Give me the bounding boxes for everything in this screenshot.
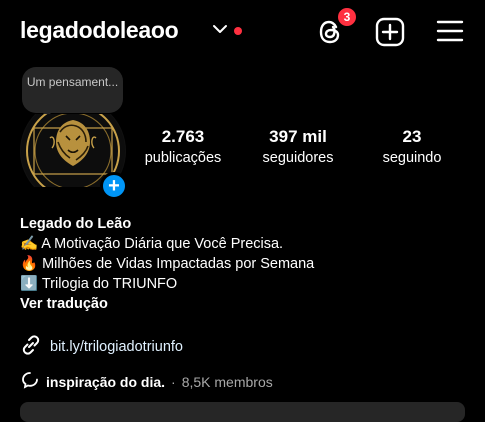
bio-line: ⬇️ Trilogia do TRIUNFO	[20, 276, 178, 292]
bio-line: ✍️ A Motivação Diária que Você Precisa.	[20, 236, 284, 252]
threads-notification-badge: 3	[336, 6, 358, 28]
add-story-button[interactable]: +	[100, 172, 128, 200]
broadcast-channel[interactable]: inspiração do dia. · 8,5K membros	[20, 370, 273, 393]
menu-icon[interactable]	[436, 19, 464, 48]
profile-display-name: Legado do Leão	[20, 216, 132, 232]
stat-followers-value: 397 mil	[269, 127, 327, 146]
see-translation-link[interactable]: Ver tradução	[20, 294, 314, 314]
stat-followers[interactable]: 397 mil seguidores	[248, 127, 348, 166]
note-bubble[interactable]: Um pensament...	[22, 67, 123, 113]
profile-username[interactable]: legadodoleaoo	[20, 17, 179, 44]
stat-followers-label: seguidores	[262, 150, 334, 166]
link-icon	[20, 334, 42, 360]
notification-dot	[234, 27, 242, 35]
edit-profile-button-row[interactable]	[20, 402, 465, 422]
bio-line: 🔥 Milhões de Vidas Impactadas por Semana	[20, 256, 315, 272]
stat-following-value: 23	[402, 127, 422, 146]
stat-following-label: seguindo	[382, 150, 442, 166]
note-text: Um pensament...	[26, 75, 119, 89]
plus-icon: +	[108, 175, 120, 197]
profile-link-text: bit.ly/trilogiadotriunfo	[50, 339, 183, 355]
stat-posts[interactable]: 2.763 publicações	[134, 127, 232, 166]
profile-link[interactable]: bit.ly/trilogiadotriunfo	[20, 334, 183, 360]
stat-following[interactable]: 23 seguindo	[370, 127, 454, 166]
channel-icon	[20, 370, 40, 393]
create-post-icon[interactable]	[375, 17, 405, 52]
channel-name: inspiração do dia.	[46, 373, 166, 390]
profile-bio: Legado do Leão ✍️ A Motivação Diária que…	[20, 214, 314, 314]
channel-members: 8,5K membros	[181, 373, 273, 390]
stat-posts-label: publicações	[144, 150, 222, 166]
stat-posts-value: 2.763	[161, 127, 205, 146]
channel-separator: ·	[171, 373, 176, 390]
chevron-down-icon[interactable]	[212, 22, 228, 40]
